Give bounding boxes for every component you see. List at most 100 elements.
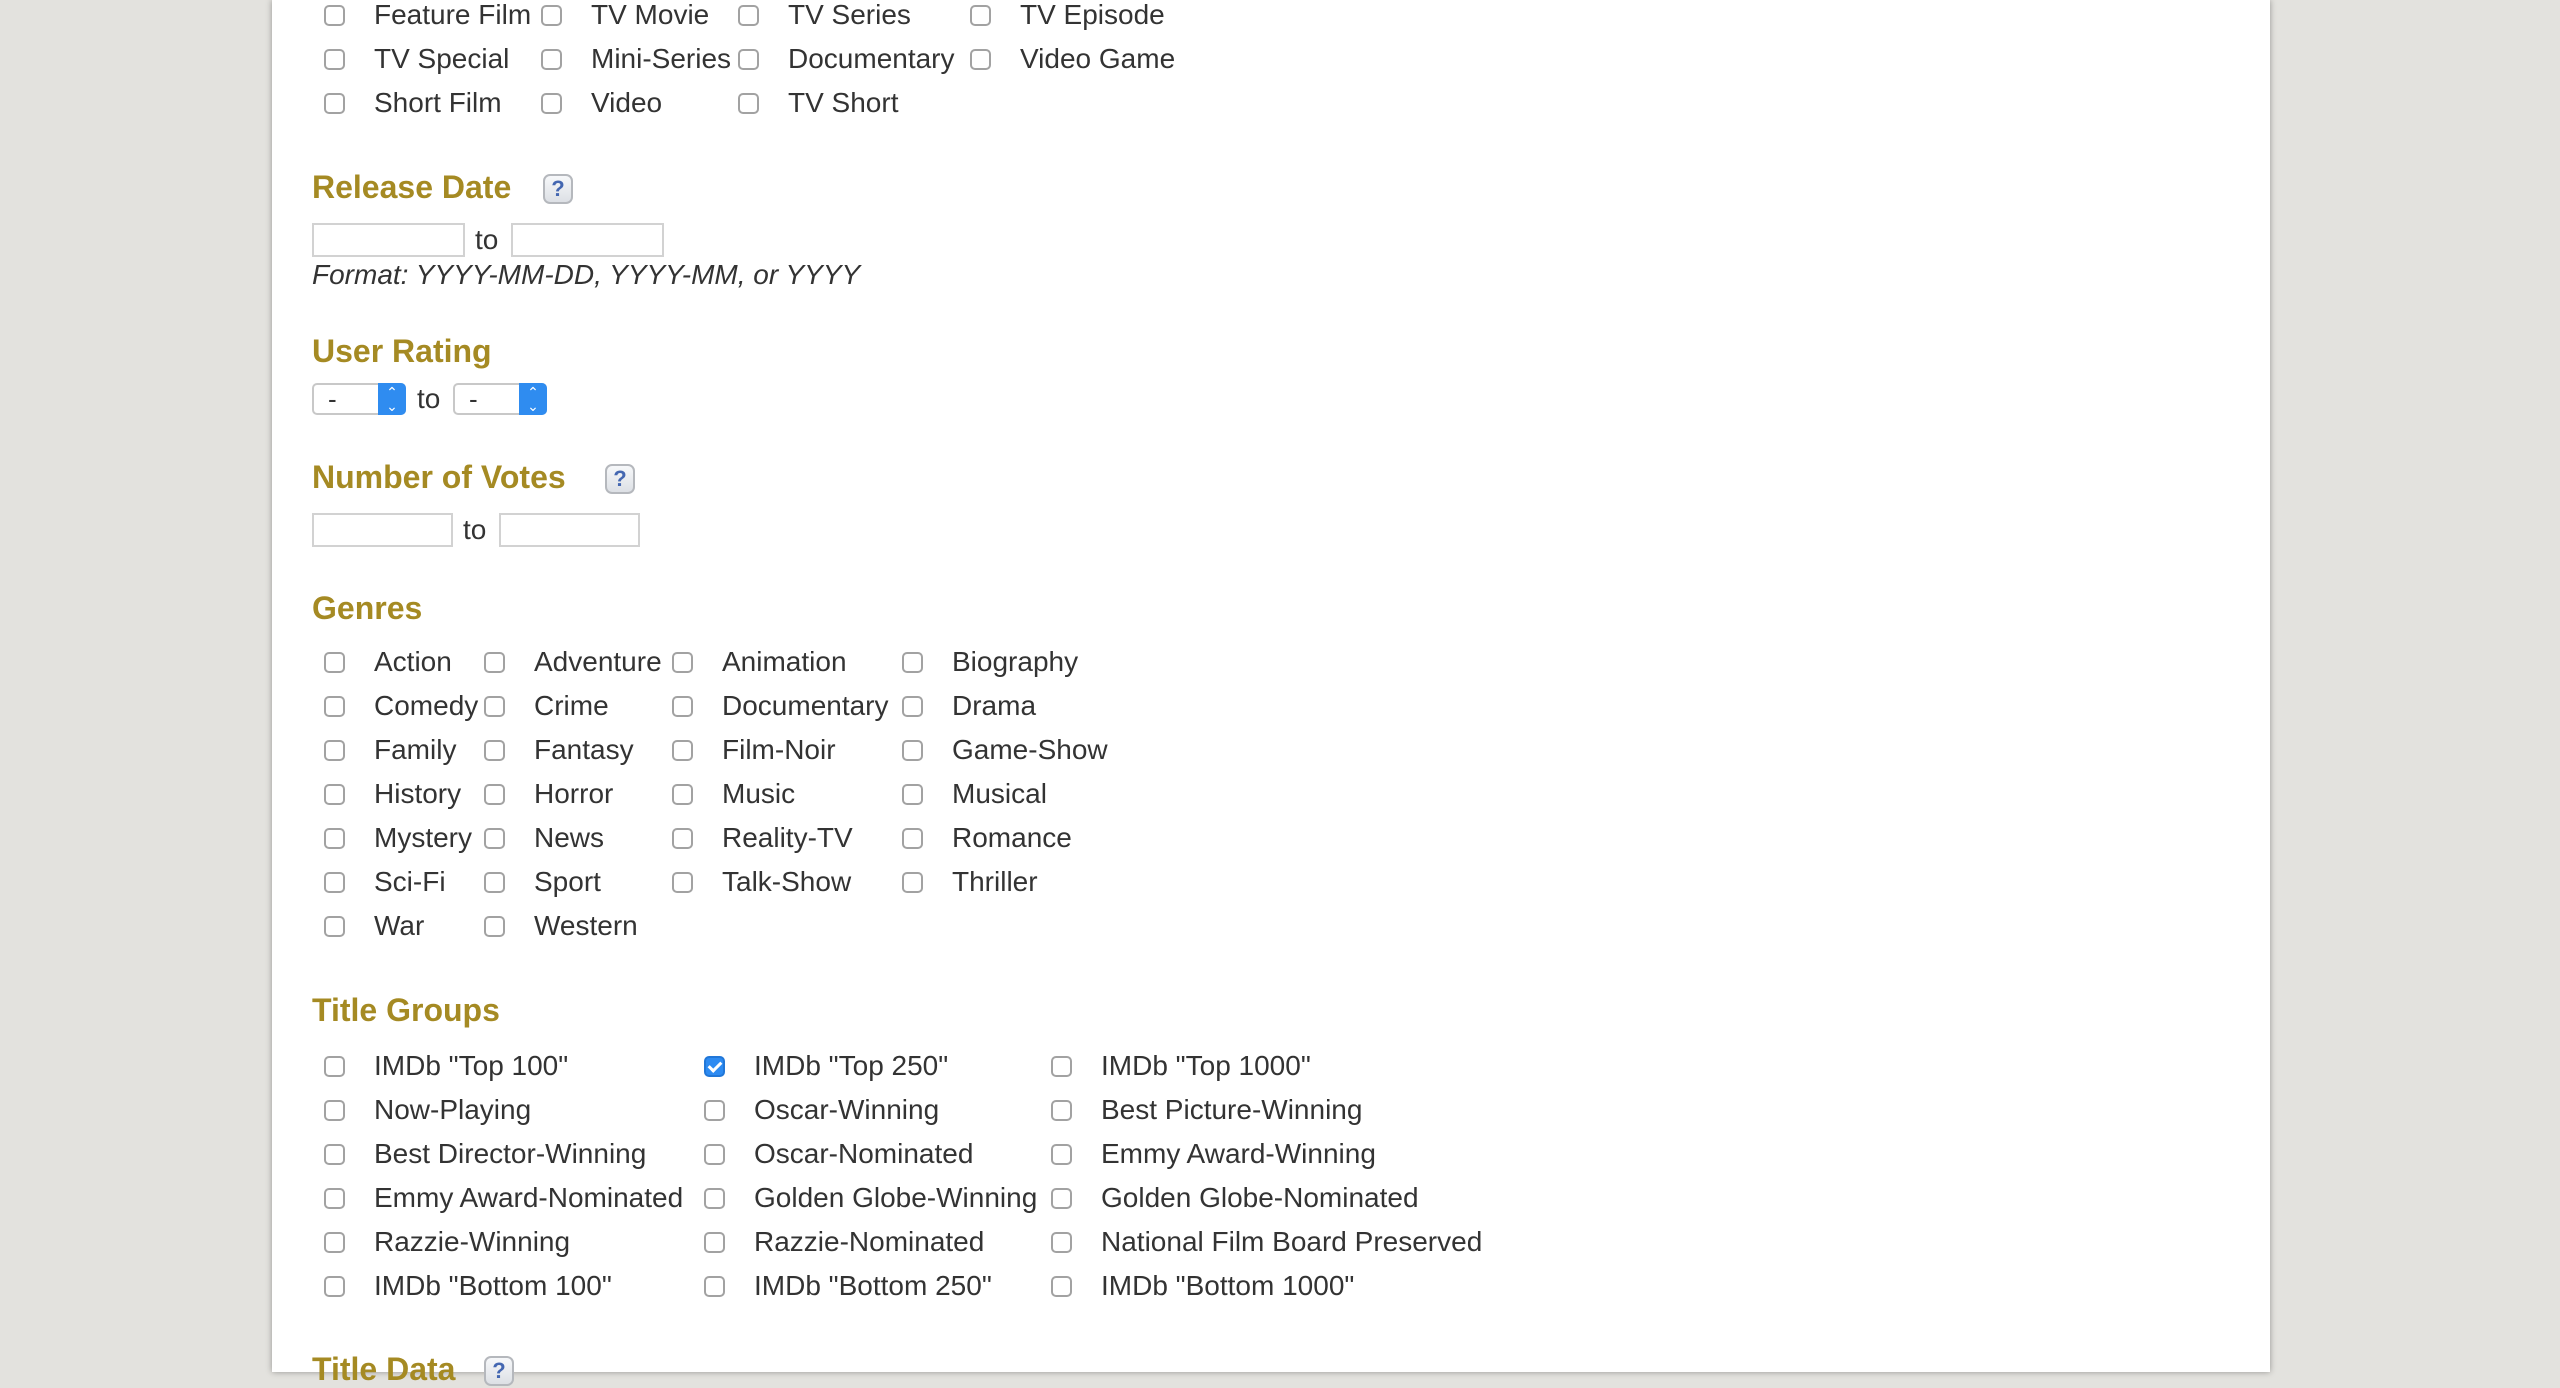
genre-checkbox[interactable]: [672, 739, 693, 761]
genre-checkbox[interactable]: [672, 871, 693, 893]
title-type-checkbox[interactable]: [970, 48, 991, 70]
genre-mystery[interactable]: Mystery: [324, 821, 472, 855]
title-type-tv-movie[interactable]: TV Movie: [541, 0, 709, 32]
title-group-checkbox[interactable]: [704, 1231, 725, 1253]
genre-romance[interactable]: Romance: [902, 821, 1072, 855]
title-type-tv-special[interactable]: TV Special: [324, 42, 509, 76]
title-type-checkbox[interactable]: [541, 92, 562, 114]
genre-checkbox[interactable]: [902, 739, 923, 761]
title-group-imdb-top-250[interactable]: IMDb "Top 250": [704, 1049, 948, 1083]
title-type-checkbox[interactable]: [970, 4, 991, 26]
title-group-imdb-top-100[interactable]: IMDb "Top 100": [324, 1049, 568, 1083]
genre-checkbox[interactable]: [672, 695, 693, 717]
title-group-checkbox[interactable]: [704, 1275, 725, 1297]
genre-documentary[interactable]: Documentary: [672, 689, 889, 723]
title-type-checkbox[interactable]: [541, 4, 562, 26]
title-group-checkbox[interactable]: [324, 1187, 345, 1209]
genre-checkbox[interactable]: [324, 827, 345, 849]
title-type-feature-film[interactable]: Feature Film: [324, 0, 531, 32]
genre-checkbox[interactable]: [484, 739, 505, 761]
title-group-national-film-board-preserved[interactable]: National Film Board Preserved: [1051, 1225, 1482, 1259]
title-group-checkbox[interactable]: [1051, 1231, 1072, 1253]
genre-checkbox[interactable]: [902, 651, 923, 673]
genre-checkbox[interactable]: [324, 651, 345, 673]
genre-western[interactable]: Western: [484, 909, 638, 943]
genre-animation[interactable]: Animation: [672, 645, 847, 679]
title-group-razzie-winning[interactable]: Razzie-Winning: [324, 1225, 570, 1259]
title-group-razzie-nominated[interactable]: Razzie-Nominated: [704, 1225, 984, 1259]
genre-sci-fi[interactable]: Sci-Fi: [324, 865, 446, 899]
title-group-checkbox[interactable]: [324, 1231, 345, 1253]
title-group-checkbox[interactable]: [324, 1099, 345, 1121]
genre-biography[interactable]: Biography: [902, 645, 1078, 679]
title-type-checkbox[interactable]: [738, 48, 759, 70]
genre-checkbox[interactable]: [484, 695, 505, 717]
title-group-checkbox[interactable]: [704, 1143, 725, 1165]
title-group-best-director-winning[interactable]: Best Director-Winning: [324, 1137, 646, 1171]
title-type-checkbox[interactable]: [324, 48, 345, 70]
genre-talk-show[interactable]: Talk-Show: [672, 865, 851, 899]
genre-music[interactable]: Music: [672, 777, 795, 811]
genre-history[interactable]: History: [324, 777, 461, 811]
genre-war[interactable]: War: [324, 909, 424, 943]
number-of-votes-to-input[interactable]: [499, 513, 640, 547]
title-type-video[interactable]: Video: [541, 86, 662, 120]
title-group-golden-globe-nominated[interactable]: Golden Globe-Nominated: [1051, 1181, 1419, 1215]
title-group-imdb-bottom-1000[interactable]: IMDb "Bottom 1000": [1051, 1269, 1354, 1303]
genre-checkbox[interactable]: [484, 915, 505, 937]
title-type-checkbox[interactable]: [324, 92, 345, 114]
title-type-video-game[interactable]: Video Game: [970, 42, 1175, 76]
genre-sport[interactable]: Sport: [484, 865, 601, 899]
genre-checkbox[interactable]: [324, 739, 345, 761]
title-group-now-playing[interactable]: Now-Playing: [324, 1093, 531, 1127]
title-type-checkbox[interactable]: [738, 92, 759, 114]
genre-checkbox[interactable]: [484, 783, 505, 805]
title-group-oscar-nominated[interactable]: Oscar-Nominated: [704, 1137, 973, 1171]
title-group-emmy-award-winning[interactable]: Emmy Award-Winning: [1051, 1137, 1376, 1171]
genre-checkbox[interactable]: [324, 695, 345, 717]
genre-fantasy[interactable]: Fantasy: [484, 733, 634, 767]
genre-checkbox[interactable]: [902, 871, 923, 893]
genre-horror[interactable]: Horror: [484, 777, 613, 811]
release-date-to-input[interactable]: [511, 223, 664, 257]
genre-checkbox[interactable]: [672, 783, 693, 805]
title-group-golden-globe-winning[interactable]: Golden Globe-Winning: [704, 1181, 1037, 1215]
genre-checkbox[interactable]: [902, 827, 923, 849]
title-group-imdb-bottom-100[interactable]: IMDb "Bottom 100": [324, 1269, 612, 1303]
title-group-checkbox[interactable]: [324, 1143, 345, 1165]
title-group-imdb-bottom-250[interactable]: IMDb "Bottom 250": [704, 1269, 992, 1303]
title-type-short-film[interactable]: Short Film: [324, 86, 502, 120]
genre-checkbox[interactable]: [484, 651, 505, 673]
title-group-checkbox[interactable]: [1051, 1275, 1072, 1297]
genre-reality-tv[interactable]: Reality-TV: [672, 821, 853, 855]
title-group-checkbox[interactable]: [704, 1055, 725, 1077]
title-group-best-picture-winning[interactable]: Best Picture-Winning: [1051, 1093, 1362, 1127]
genre-news[interactable]: News: [484, 821, 604, 855]
title-group-imdb-top-1000[interactable]: IMDb "Top 1000": [1051, 1049, 1311, 1083]
user-rating-to-select[interactable]: - ⌃ ⌄: [453, 383, 547, 415]
genre-film-noir[interactable]: Film-Noir: [672, 733, 836, 767]
title-group-checkbox[interactable]: [324, 1055, 345, 1077]
genre-checkbox[interactable]: [902, 783, 923, 805]
title-type-checkbox[interactable]: [324, 4, 345, 26]
title-data-help-icon[interactable]: ?: [484, 1356, 514, 1386]
title-type-tv-short[interactable]: TV Short: [738, 86, 898, 120]
release-date-help-icon[interactable]: ?: [543, 174, 573, 204]
title-group-checkbox[interactable]: [1051, 1143, 1072, 1165]
genre-thriller[interactable]: Thriller: [902, 865, 1038, 899]
title-group-checkbox[interactable]: [1051, 1055, 1072, 1077]
genre-drama[interactable]: Drama: [902, 689, 1036, 723]
genre-checkbox[interactable]: [672, 827, 693, 849]
genre-comedy[interactable]: Comedy: [324, 689, 478, 723]
genre-musical[interactable]: Musical: [902, 777, 1047, 811]
genre-checkbox[interactable]: [324, 783, 345, 805]
title-type-documentary[interactable]: Documentary: [738, 42, 955, 76]
genre-checkbox[interactable]: [484, 827, 505, 849]
genre-checkbox[interactable]: [324, 915, 345, 937]
release-date-from-input[interactable]: [312, 223, 465, 257]
title-group-checkbox[interactable]: [704, 1099, 725, 1121]
title-type-checkbox[interactable]: [541, 48, 562, 70]
genre-checkbox[interactable]: [324, 871, 345, 893]
title-type-tv-series[interactable]: TV Series: [738, 0, 911, 32]
genre-checkbox[interactable]: [672, 651, 693, 673]
